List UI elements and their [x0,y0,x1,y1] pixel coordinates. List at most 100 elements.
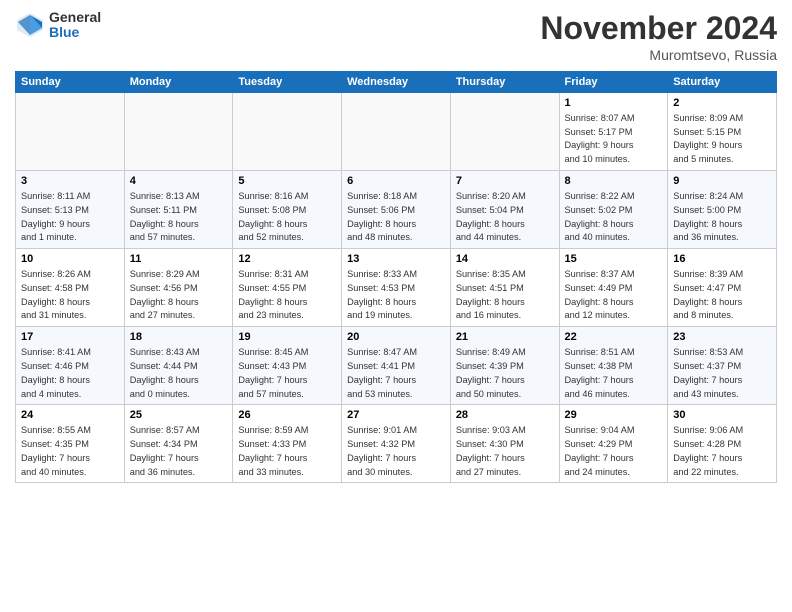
day-info: Sunrise: 8:20 AM Sunset: 5:04 PM Dayligh… [456,191,526,242]
day-info: Sunrise: 8:33 AM Sunset: 4:53 PM Dayligh… [347,269,417,320]
calendar-cell: 16 Sunrise: 8:39 AM Sunset: 4:47 PM Dayli… [668,249,777,327]
calendar-cell [16,93,125,171]
calendar-cell: 11Sunrise: 8:29 AM Sunset: 4:56 PM Dayli… [124,249,233,327]
day-number: 3 [21,174,119,189]
logo-icon [15,10,45,40]
calendar-cell: 21Sunrise: 8:49 AM Sunset: 4:39 PM Dayli… [450,327,559,405]
day-number: 9 [673,174,771,189]
day-number: 23 [673,330,771,345]
calendar-cell: 9Sunrise: 8:24 AM Sunset: 5:00 PM Daylig… [668,171,777,249]
calendar-cell: 8 Sunrise: 8:22 AM Sunset: 5:02 PM Daylig… [559,171,668,249]
calendar-cell [450,93,559,171]
day-number: 17 [21,330,119,345]
day-info: Sunrise: 8:11 AM Sunset: 5:13 PM Dayligh… [21,191,90,242]
calendar-week-row: 1 Sunrise: 8:07 AM Sunset: 5:17 PM Daylig… [16,93,777,171]
calendar-cell: 6Sunrise: 8:18 AM Sunset: 5:06 PM Daylig… [342,171,451,249]
day-info: Sunrise: 8:51 AM Sunset: 4:38 PM Dayligh… [565,347,635,398]
month-title: November 2024 [540,10,777,47]
day-info: Sunrise: 8:35 AM Sunset: 4:51 PM Dayligh… [456,269,526,320]
logo-text: General Blue [49,10,101,41]
day-info: Sunrise: 8:45 AM Sunset: 4:43 PM Dayligh… [238,347,308,398]
day-info: Sunrise: 9:03 AM Sunset: 4:30 PM Dayligh… [456,425,526,476]
calendar-cell: 7 Sunrise: 8:20 AM Sunset: 5:04 PM Daylig… [450,171,559,249]
title-block: November 2024 Muromtsevo, Russia [540,10,777,63]
day-number: 18 [130,330,228,345]
calendar-cell [124,93,233,171]
calendar-cell: 24Sunrise: 8:55 AM Sunset: 4:35 PM Dayli… [16,405,125,483]
day-number: 8 [565,174,663,189]
day-info: Sunrise: 8:41 AM Sunset: 4:46 PM Dayligh… [21,347,91,398]
day-number: 13 [347,252,445,267]
day-number: 27 [347,408,445,423]
calendar-cell: 17 Sunrise: 8:41 AM Sunset: 4:46 PM Dayli… [16,327,125,405]
calendar-cell: 12 Sunrise: 8:31 AM Sunset: 4:55 PM Dayli… [233,249,342,327]
calendar-cell: 5Sunrise: 8:16 AM Sunset: 5:08 PM Daylig… [233,171,342,249]
day-number: 19 [238,330,336,345]
day-number: 2 [673,96,771,111]
calendar-cell: 29 Sunrise: 9:04 AM Sunset: 4:29 PM Dayli… [559,405,668,483]
day-info: Sunrise: 9:04 AM Sunset: 4:29 PM Dayligh… [565,425,635,476]
day-info: Sunrise: 8:09 AM Sunset: 5:15 PM Dayligh… [673,113,743,164]
day-info: Sunrise: 8:37 AM Sunset: 4:49 PM Dayligh… [565,269,635,320]
day-info: Sunrise: 8:31 AM Sunset: 4:55 PM Dayligh… [238,269,308,320]
calendar-cell: 23 Sunrise: 8:53 AM Sunset: 4:37 PM Dayli… [668,327,777,405]
day-info: Sunrise: 9:01 AM Sunset: 4:32 PM Dayligh… [347,425,417,476]
day-info: Sunrise: 8:43 AM Sunset: 4:44 PM Dayligh… [130,347,200,398]
logo: General Blue [15,10,101,41]
calendar-cell: 18 Sunrise: 8:43 AM Sunset: 4:44 PM Dayli… [124,327,233,405]
calendar-week-row: 3 Sunrise: 8:11 AM Sunset: 5:13 PM Daylig… [16,171,777,249]
day-number: 10 [21,252,119,267]
day-number: 1 [565,96,663,111]
calendar-cell: 1 Sunrise: 8:07 AM Sunset: 5:17 PM Daylig… [559,93,668,171]
calendar-cell: 27 Sunrise: 9:01 AM Sunset: 4:32 PM Dayli… [342,405,451,483]
day-number: 20 [347,330,445,345]
day-info: Sunrise: 8:22 AM Sunset: 5:02 PM Dayligh… [565,191,635,242]
day-number: 15 [565,252,663,267]
day-info: Sunrise: 8:53 AM Sunset: 4:37 PM Dayligh… [673,347,743,398]
day-number: 16 [673,252,771,267]
day-number: 11 [130,252,228,267]
calendar-cell [342,93,451,171]
calendar-cell: 14 Sunrise: 8:35 AM Sunset: 4:51 PM Dayli… [450,249,559,327]
day-info: Sunrise: 8:47 AM Sunset: 4:41 PM Dayligh… [347,347,417,398]
calendar-week-row: 24Sunrise: 8:55 AM Sunset: 4:35 PM Dayli… [16,405,777,483]
day-number: 28 [456,408,554,423]
day-number: 30 [673,408,771,423]
day-info: Sunrise: 8:13 AM Sunset: 5:11 PM Dayligh… [130,191,200,242]
day-number: 24 [21,408,119,423]
day-info: Sunrise: 8:57 AM Sunset: 4:34 PM Dayligh… [130,425,200,476]
calendar-cell: 13 Sunrise: 8:33 AM Sunset: 4:53 PM Dayli… [342,249,451,327]
calendar-cell: 4 Sunrise: 8:13 AM Sunset: 5:11 PM Daylig… [124,171,233,249]
calendar-cell: 15 Sunrise: 8:37 AM Sunset: 4:49 PM Dayli… [559,249,668,327]
calendar-cell: 10 Sunrise: 8:26 AM Sunset: 4:58 PM Dayli… [16,249,125,327]
calendar-table: SundayMondayTuesdayWednesdayThursdayFrid… [15,71,777,483]
day-info: Sunrise: 9:06 AM Sunset: 4:28 PM Dayligh… [673,425,743,476]
calendar-day-header: Thursday [450,72,559,93]
location: Muromtsevo, Russia [540,47,777,63]
day-number: 7 [456,174,554,189]
calendar-week-row: 10 Sunrise: 8:26 AM Sunset: 4:58 PM Dayli… [16,249,777,327]
calendar-cell: 19 Sunrise: 8:45 AM Sunset: 4:43 PM Dayli… [233,327,342,405]
calendar-cell: 20 Sunrise: 8:47 AM Sunset: 4:41 PM Dayli… [342,327,451,405]
calendar-day-header: Friday [559,72,668,93]
calendar-day-header: Saturday [668,72,777,93]
day-number: 29 [565,408,663,423]
day-info: Sunrise: 8:26 AM Sunset: 4:58 PM Dayligh… [21,269,91,320]
calendar-week-row: 17 Sunrise: 8:41 AM Sunset: 4:46 PM Dayli… [16,327,777,405]
calendar-day-header: Sunday [16,72,125,93]
day-info: Sunrise: 8:07 AM Sunset: 5:17 PM Dayligh… [565,113,635,164]
calendar-header-row: SundayMondayTuesdayWednesdayThursdayFrid… [16,72,777,93]
day-number: 21 [456,330,554,345]
calendar-cell: 2 Sunrise: 8:09 AM Sunset: 5:15 PM Daylig… [668,93,777,171]
page-header: General Blue November 2024 Muromtsevo, R… [15,10,777,63]
day-number: 6 [347,174,445,189]
calendar-day-header: Tuesday [233,72,342,93]
day-number: 22 [565,330,663,345]
calendar-cell: 28 Sunrise: 9:03 AM Sunset: 4:30 PM Dayli… [450,405,559,483]
calendar-day-header: Monday [124,72,233,93]
day-info: Sunrise: 8:59 AM Sunset: 4:33 PM Dayligh… [238,425,308,476]
day-number: 12 [238,252,336,267]
day-number: 4 [130,174,228,189]
day-info: Sunrise: 8:39 AM Sunset: 4:47 PM Dayligh… [673,269,743,320]
day-number: 14 [456,252,554,267]
